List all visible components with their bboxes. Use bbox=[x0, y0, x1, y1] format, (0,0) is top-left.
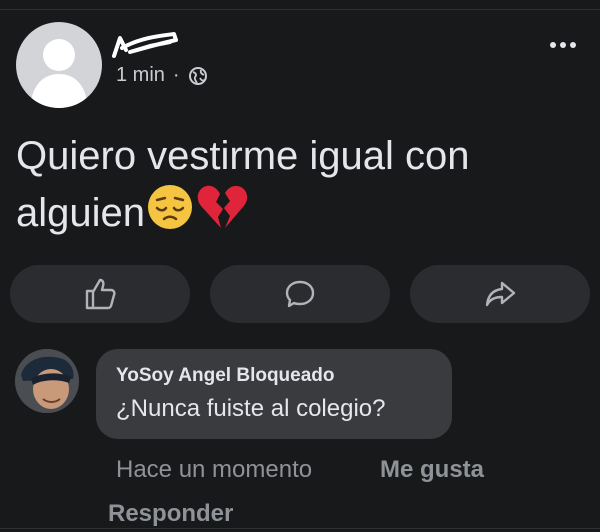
post-text-line-1: Quiero vestirme igual con bbox=[16, 134, 470, 178]
more-dot-icon bbox=[550, 42, 556, 48]
comment-text: ¿Nunca fuiste al colegio? bbox=[116, 395, 386, 422]
top-divider bbox=[0, 9, 600, 10]
comment-icon bbox=[285, 280, 315, 308]
author-avatar[interactable] bbox=[16, 22, 102, 108]
comment-bubble: YoSoy Angel Bloqueado ¿Nunca fuiste al c… bbox=[96, 349, 452, 439]
like-button[interactable] bbox=[10, 265, 190, 323]
post-body: Quiero vestirme igual con alguien bbox=[16, 130, 576, 239]
pensive-face-emoji bbox=[148, 185, 193, 229]
more-options-button[interactable] bbox=[550, 42, 576, 48]
globe-icon bbox=[188, 66, 207, 85]
comment-author[interactable]: YoSoy Angel Bloqueado bbox=[116, 365, 335, 387]
commenter-avatar[interactable] bbox=[15, 349, 79, 413]
commenter-photo bbox=[15, 349, 79, 413]
post-meta: 1 min · bbox=[116, 64, 208, 87]
more-dot-icon bbox=[560, 42, 566, 48]
share-icon bbox=[485, 281, 516, 307]
post-text-word: alguien bbox=[16, 191, 146, 235]
broken-heart-emoji bbox=[197, 185, 248, 228]
meta-separator: · bbox=[172, 64, 180, 86]
comment-time[interactable]: Hace un momento bbox=[116, 456, 312, 484]
post-text-line-2: alguien bbox=[16, 182, 576, 239]
comment-reply-button[interactable]: Responder bbox=[108, 500, 233, 528]
default-profile-icon bbox=[30, 39, 88, 108]
comment-button[interactable] bbox=[210, 265, 390, 323]
thumbs-up-icon bbox=[85, 278, 116, 310]
more-dot-icon bbox=[570, 42, 576, 48]
post-time[interactable]: 1 min bbox=[116, 64, 165, 87]
redacted-author-name bbox=[112, 32, 178, 58]
bottom-divider bbox=[0, 528, 600, 529]
comment-like-button[interactable]: Me gusta bbox=[380, 456, 484, 484]
share-button[interactable] bbox=[410, 265, 590, 323]
post-actions bbox=[10, 265, 590, 323]
